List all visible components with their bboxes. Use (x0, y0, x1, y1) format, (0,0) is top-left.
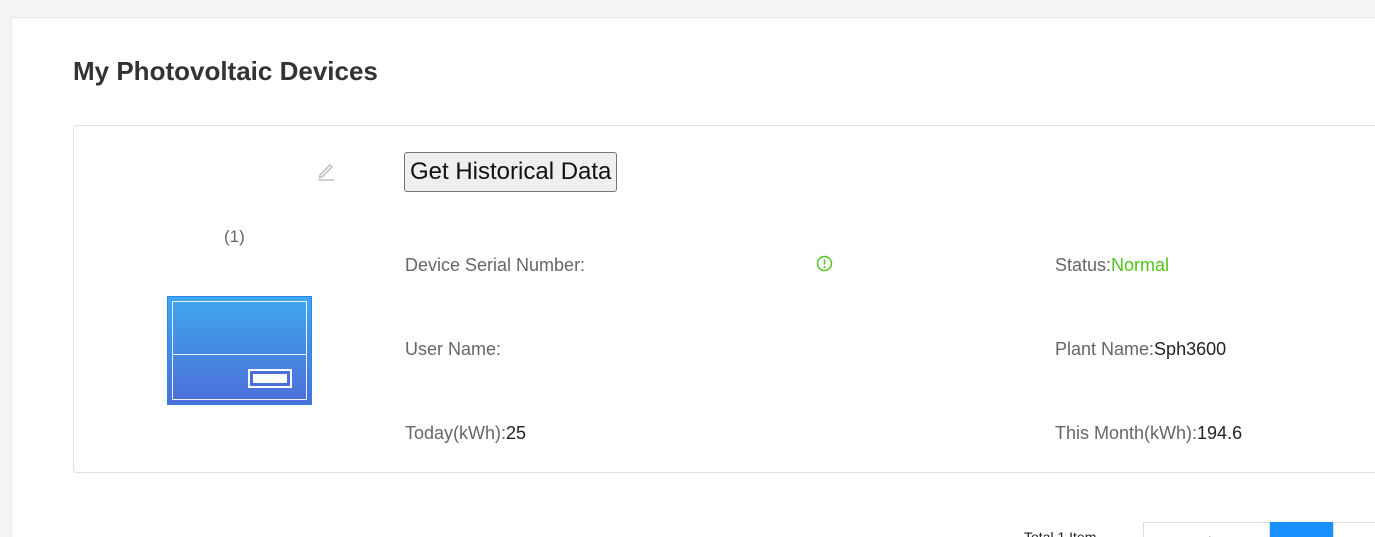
next-page-button[interactable]: N (1333, 522, 1375, 537)
status-label: Status: (1055, 255, 1112, 275)
today-energy-label: Today(kWh): (405, 423, 507, 443)
month-energy-label: This Month(kWh): (1055, 423, 1198, 443)
today-energy-field: Today(kWh):25 (405, 423, 526, 444)
month-energy-field: This Month(kWh):194.6 (1055, 423, 1242, 444)
today-energy-value: 25 (506, 423, 527, 443)
status-value: Normal (1111, 255, 1170, 275)
plant-name-value: Sph3600 (1154, 339, 1227, 359)
user-name-label: User Name: (405, 339, 502, 359)
device-index: (1) (224, 227, 245, 246)
inverter-device-icon (167, 296, 312, 405)
info-circle-icon (816, 255, 833, 272)
user-name-field: User Name: (405, 339, 501, 360)
main-panel: My Photovoltaic Devices (1) Get Historic… (11, 17, 1375, 537)
plant-name-field: Plant Name:Sph3600 (1055, 339, 1226, 360)
plant-name-label: Plant Name: (1055, 339, 1155, 359)
month-energy-value: 194.6 (1197, 423, 1243, 443)
page-1-button[interactable]: 1 (1270, 522, 1333, 537)
serial-number-field: Device Serial Number: (405, 255, 585, 276)
serial-number-label: Device Serial Number: (405, 255, 586, 275)
status-field: Status:Normal (1055, 255, 1169, 276)
previous-page-button[interactable]: Previous (1143, 522, 1270, 537)
get-historical-data-button[interactable]: Get Historical Data (404, 152, 618, 192)
pencil-icon[interactable] (316, 159, 336, 181)
pagination: Total 1 Item Previous 1 N (12, 522, 1375, 537)
page-title: My Photovoltaic Devices (73, 56, 378, 86)
device-card: (1) Get Historical Data Device Serial Nu… (73, 125, 1375, 473)
